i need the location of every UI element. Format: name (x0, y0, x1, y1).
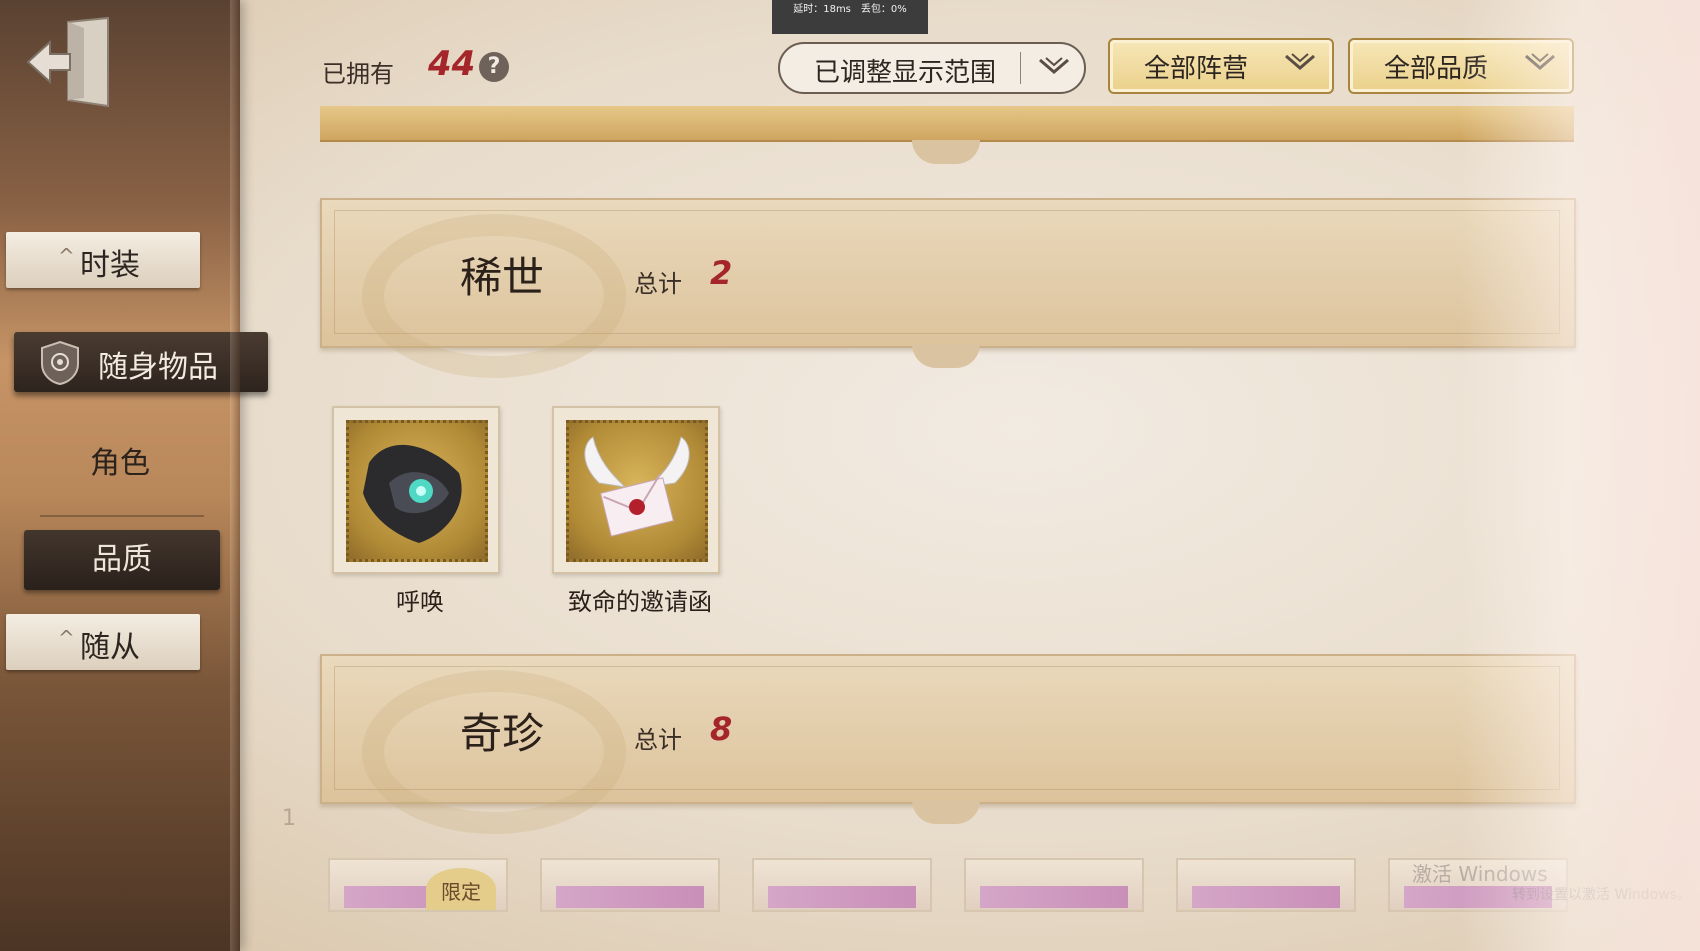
banner-notch (912, 800, 980, 824)
section-title: 奇珍 (460, 709, 545, 758)
caret-up-icon: ^ (58, 626, 75, 650)
winged-letter-icon (566, 420, 708, 562)
sidebar: ^ 时装 随身物品 角色 品质 ^ 随从 (0, 0, 268, 951)
section-total-label: 总计 (634, 726, 682, 754)
dropdown-separator (1020, 52, 1021, 84)
banner-notch (912, 344, 980, 368)
item-card-deadly-invitation[interactable]: 致命的邀请函 (540, 406, 740, 617)
dark-crystal-icon (346, 420, 488, 562)
item-name: 呼唤 (396, 588, 444, 616)
item-name: 致命的邀请函 (568, 588, 712, 616)
item-card[interactable] (1176, 858, 1356, 912)
owned-label: 已拥有 (322, 60, 394, 88)
section-title: 稀世 (460, 253, 545, 302)
caret-up-icon: ^ (58, 244, 75, 268)
item-card[interactable] (540, 858, 720, 912)
section-total-count: 8 (710, 710, 733, 748)
quality-filter-dropdown[interactable]: 全部品质 (1348, 38, 1574, 94)
latency-indicator: 延时：18ms 丢包：0% (772, 0, 928, 34)
stamp-frame (332, 406, 500, 574)
owned-count: 44 (428, 44, 476, 84)
previous-section-banner (320, 106, 1574, 142)
section-total-label: 总计 (634, 270, 682, 298)
banner-notch (912, 140, 980, 164)
activation-watermark: 激活 Windows (1412, 862, 1548, 886)
sidebar-item-quality[interactable]: 品质 (24, 530, 220, 590)
stamp-frame (552, 406, 720, 574)
exit-icon[interactable] (24, 16, 114, 108)
chevron-down-icon (1038, 54, 1070, 85)
item-card-summon[interactable]: 呼唤 (332, 406, 508, 617)
sidebar-divider (40, 515, 204, 517)
chevron-down-icon (1524, 50, 1556, 81)
activation-watermark-subtitle: 转到设置以激活 Windows。 (1512, 887, 1691, 903)
sidebar-item-fashion[interactable]: ^ 时装 (6, 232, 200, 288)
section-banner-treasure: 奇珍 总计 8 (320, 654, 1576, 834)
help-icon[interactable]: ? (479, 52, 509, 82)
chevron-down-icon (1284, 50, 1316, 81)
camp-filter-dropdown[interactable]: 全部阵营 (1108, 38, 1334, 94)
display-range-dropdown[interactable]: 已调整显示范围 (778, 42, 1086, 94)
item-card[interactable] (752, 858, 932, 912)
inventory-page: 延时：18ms 丢包：0% ^ 时装 随身物品 角色 品质 ^ 随从 已拥有 4… (0, 0, 1700, 951)
section-banner-rare: 稀世 总计 2 (320, 198, 1576, 378)
section-total-count: 2 (710, 254, 733, 292)
sidebar-item-accessories[interactable]: 随身物品 (14, 332, 268, 392)
page-marker: 1 (282, 806, 296, 831)
limited-badge: 限定 (426, 868, 496, 910)
item-card[interactable] (964, 858, 1144, 912)
sidebar-item-character[interactable]: 角色 (40, 438, 200, 482)
item-card[interactable]: 限定 (328, 858, 508, 912)
shield-icon (38, 340, 82, 386)
sidebar-item-follower[interactable]: ^ 随从 (6, 614, 200, 670)
